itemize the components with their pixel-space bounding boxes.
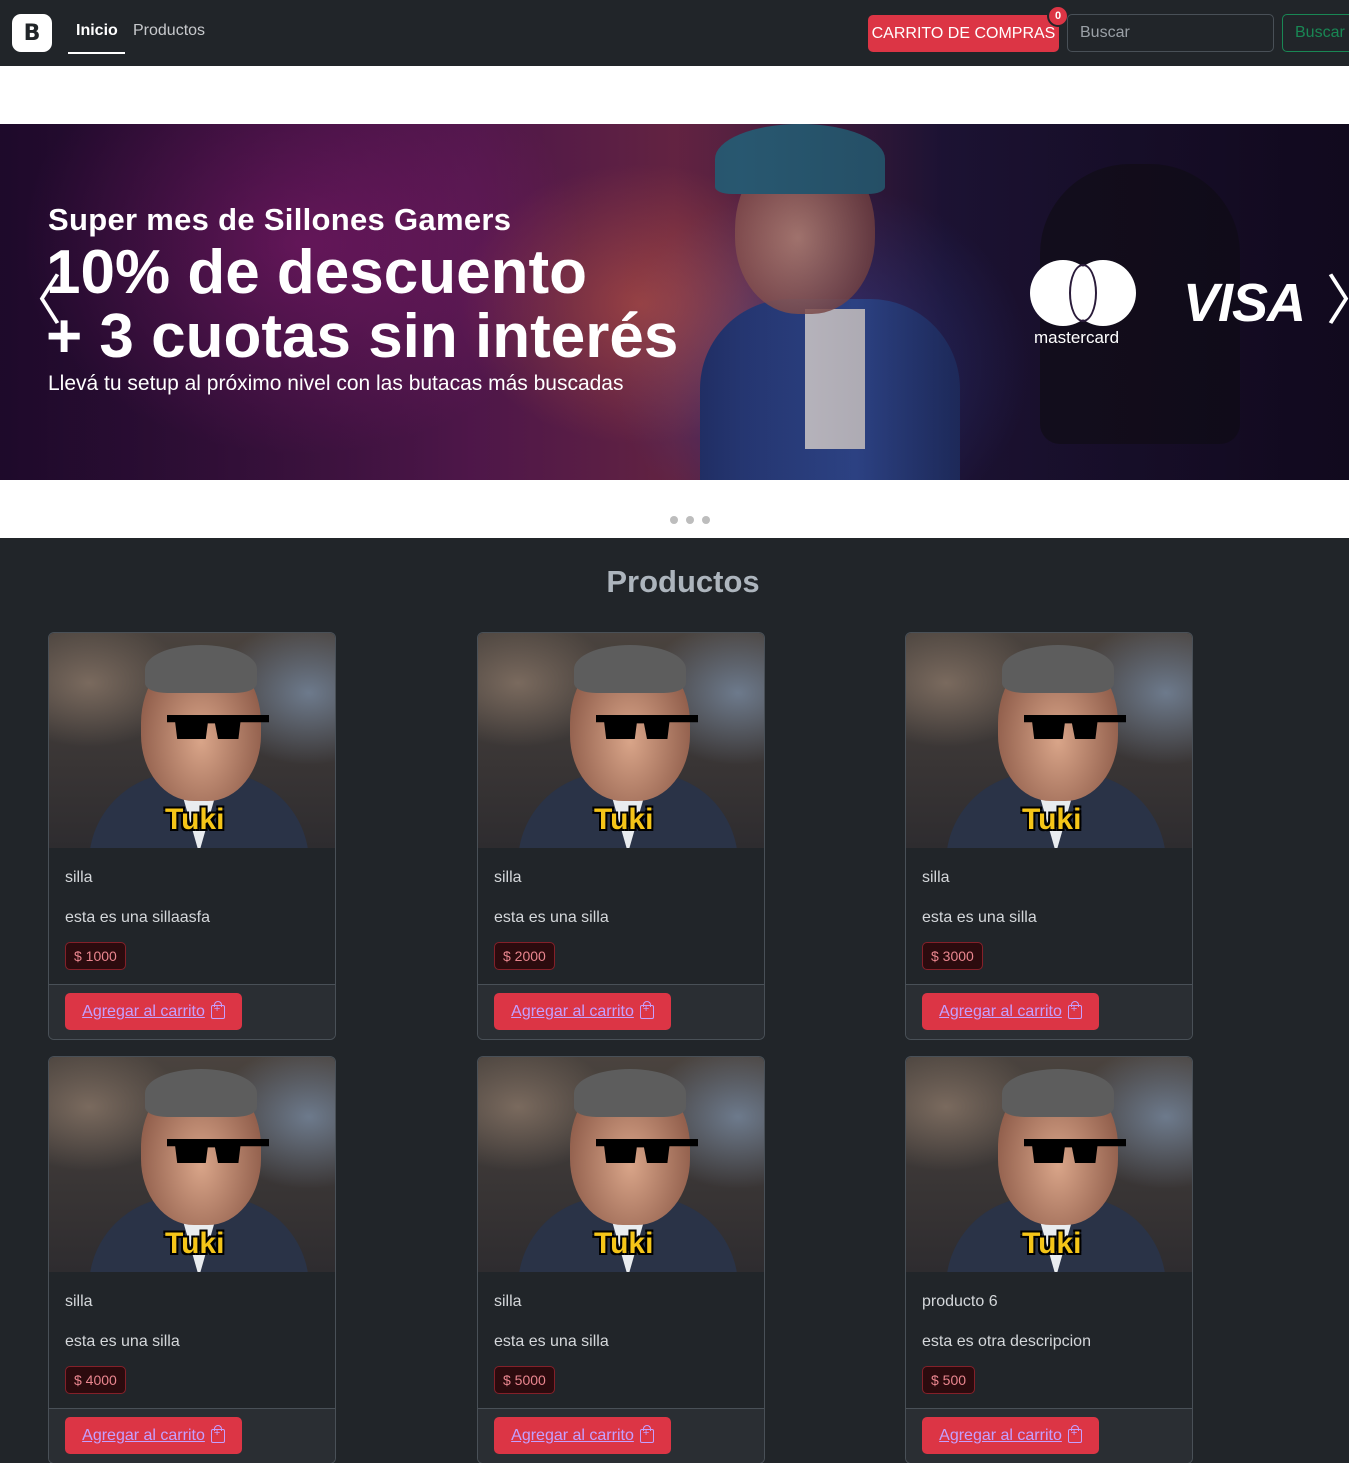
card-footer: Agregar al carrito: [478, 984, 764, 1039]
bag-plus-icon: [210, 1000, 225, 1019]
add-to-cart-button[interactable]: Agregar al carrito: [494, 993, 671, 1030]
carousel-indicator[interactable]: [670, 516, 678, 524]
products-section: Productos Tuki silla esta es una sillaas…: [0, 538, 1349, 1463]
brand-letter: B: [23, 20, 41, 46]
promo-carousel: Super mes de Sillones Gamers 10% de desc…: [0, 124, 1349, 480]
add-to-cart-button[interactable]: Agregar al carrito: [494, 1417, 671, 1454]
bag-plus-icon: [639, 1000, 654, 1019]
promo-discount: 10% de descuento: [46, 238, 587, 307]
product-price-badge: $ 3000: [922, 942, 983, 970]
carousel-prev-icon[interactable]: 〈: [8, 274, 62, 328]
image-hair: [574, 1069, 686, 1117]
product-description: esta es una silla: [494, 909, 609, 926]
bag-plus-icon: [210, 1424, 225, 1443]
image-hair: [145, 645, 257, 693]
product-price-badge: $ 500: [922, 1366, 976, 1394]
product-price-badge: $ 5000: [494, 1366, 555, 1394]
product-description: esta es una silla: [65, 1333, 180, 1350]
search-input[interactable]: [1067, 14, 1274, 52]
product-description: esta es una silla: [494, 1333, 609, 1350]
product-card: Tuki silla esta es una silla $ 3000 Agre…: [905, 632, 1193, 1040]
product-description: esta es una silla: [922, 909, 1037, 926]
product-name: producto 6: [922, 1293, 998, 1310]
promo-tagline: Llevá tu setup al próximo nivel con las …: [48, 372, 624, 395]
product-price-badge: $ 4000: [65, 1366, 126, 1394]
bag-plus-icon: [1067, 1000, 1082, 1019]
product-image: Tuki: [906, 1057, 1192, 1272]
active-nav-indicator: [68, 52, 125, 54]
add-to-cart-button[interactable]: Agregar al carrito: [922, 993, 1099, 1030]
product-price-badge: $ 2000: [494, 942, 555, 970]
add-to-cart-label: Agregar al carrito: [82, 1002, 205, 1020]
image-hair: [145, 1069, 257, 1117]
image-hair: [1002, 1069, 1114, 1117]
product-image: Tuki: [906, 633, 1192, 848]
nav-link-inicio[interactable]: Inicio: [76, 22, 118, 40]
product-name: silla: [494, 1293, 522, 1310]
products-title: Productos: [606, 564, 760, 599]
product-card: Tuki silla esta es una sillaasfa $ 1000 …: [48, 632, 336, 1040]
cart-button[interactable]: CARRITO DE COMPRAS: [868, 15, 1059, 52]
bootstrap-logo-icon[interactable]: B: [12, 14, 52, 52]
product-card: Tuki silla esta es una silla $ 4000 Agre…: [48, 1056, 336, 1463]
product-price-badge: $ 1000: [65, 942, 126, 970]
card-footer: Agregar al carrito: [49, 984, 335, 1039]
product-name: silla: [65, 1293, 93, 1310]
mastercard-logo-overlap: [1069, 264, 1097, 322]
product-card: Tuki silla esta es una silla $ 2000 Agre…: [477, 632, 765, 1040]
product-name: silla: [65, 869, 93, 886]
image-hair: [574, 645, 686, 693]
product-card: Tuki silla esta es una silla $ 5000 Agre…: [477, 1056, 765, 1463]
image-caption: Tuki: [594, 803, 654, 836]
product-image: Tuki: [478, 633, 764, 848]
image-caption: Tuki: [165, 1227, 225, 1260]
carousel-indicator[interactable]: [686, 516, 694, 524]
product-image: Tuki: [49, 1057, 335, 1272]
add-to-cart-label: Agregar al carrito: [939, 1002, 1062, 1020]
product-image: Tuki: [478, 1057, 764, 1272]
product-name: silla: [494, 869, 522, 886]
add-to-cart-button[interactable]: Agregar al carrito: [922, 1417, 1099, 1454]
card-footer: Agregar al carrito: [478, 1408, 764, 1463]
card-footer: Agregar al carrito: [906, 1408, 1192, 1463]
add-to-cart-label: Agregar al carrito: [511, 1002, 634, 1020]
add-to-cart-label: Agregar al carrito: [82, 1426, 205, 1444]
add-to-cart-button[interactable]: Agregar al carrito: [65, 993, 242, 1030]
product-image: Tuki: [49, 633, 335, 848]
bag-plus-icon: [1067, 1424, 1082, 1443]
product-name: silla: [922, 869, 950, 886]
product-description: esta es otra descripcion: [922, 1333, 1091, 1350]
image-hair: [1002, 645, 1114, 693]
promo-installments: + 3 cuotas sin interés: [46, 302, 679, 371]
bag-plus-icon: [639, 1424, 654, 1443]
card-footer: Agregar al carrito: [49, 1408, 335, 1463]
add-to-cart-button[interactable]: Agregar al carrito: [65, 1417, 242, 1454]
product-card: Tuki producto 6 esta es otra descripcion…: [905, 1056, 1193, 1463]
add-to-cart-label: Agregar al carrito: [939, 1426, 1062, 1444]
cart-count-badge: 0: [1047, 5, 1069, 27]
product-description: esta es una sillaasfa: [65, 909, 210, 926]
image-caption: Tuki: [165, 803, 225, 836]
image-caption: Tuki: [594, 1227, 654, 1260]
add-to-cart-label: Agregar al carrito: [511, 1426, 634, 1444]
mastercard-label: mastercard: [1034, 328, 1120, 347]
promo-headline: Super mes de Sillones Gamers: [48, 202, 512, 237]
nav-link-productos[interactable]: Productos: [133, 22, 205, 40]
card-footer: Agregar al carrito: [906, 984, 1192, 1039]
navbar: B Inicio Productos CARRITO DE COMPRAS 0 …: [0, 0, 1349, 66]
visa-logo: VISA: [1183, 273, 1306, 333]
carousel-indicator[interactable]: [702, 516, 710, 524]
image-caption: Tuki: [1022, 803, 1082, 836]
carousel-indicators: [670, 516, 710, 524]
image-caption: Tuki: [1022, 1227, 1082, 1260]
search-button[interactable]: Buscar: [1282, 14, 1349, 52]
carousel-next-icon[interactable]: 〈: [1326, 269, 1349, 332]
